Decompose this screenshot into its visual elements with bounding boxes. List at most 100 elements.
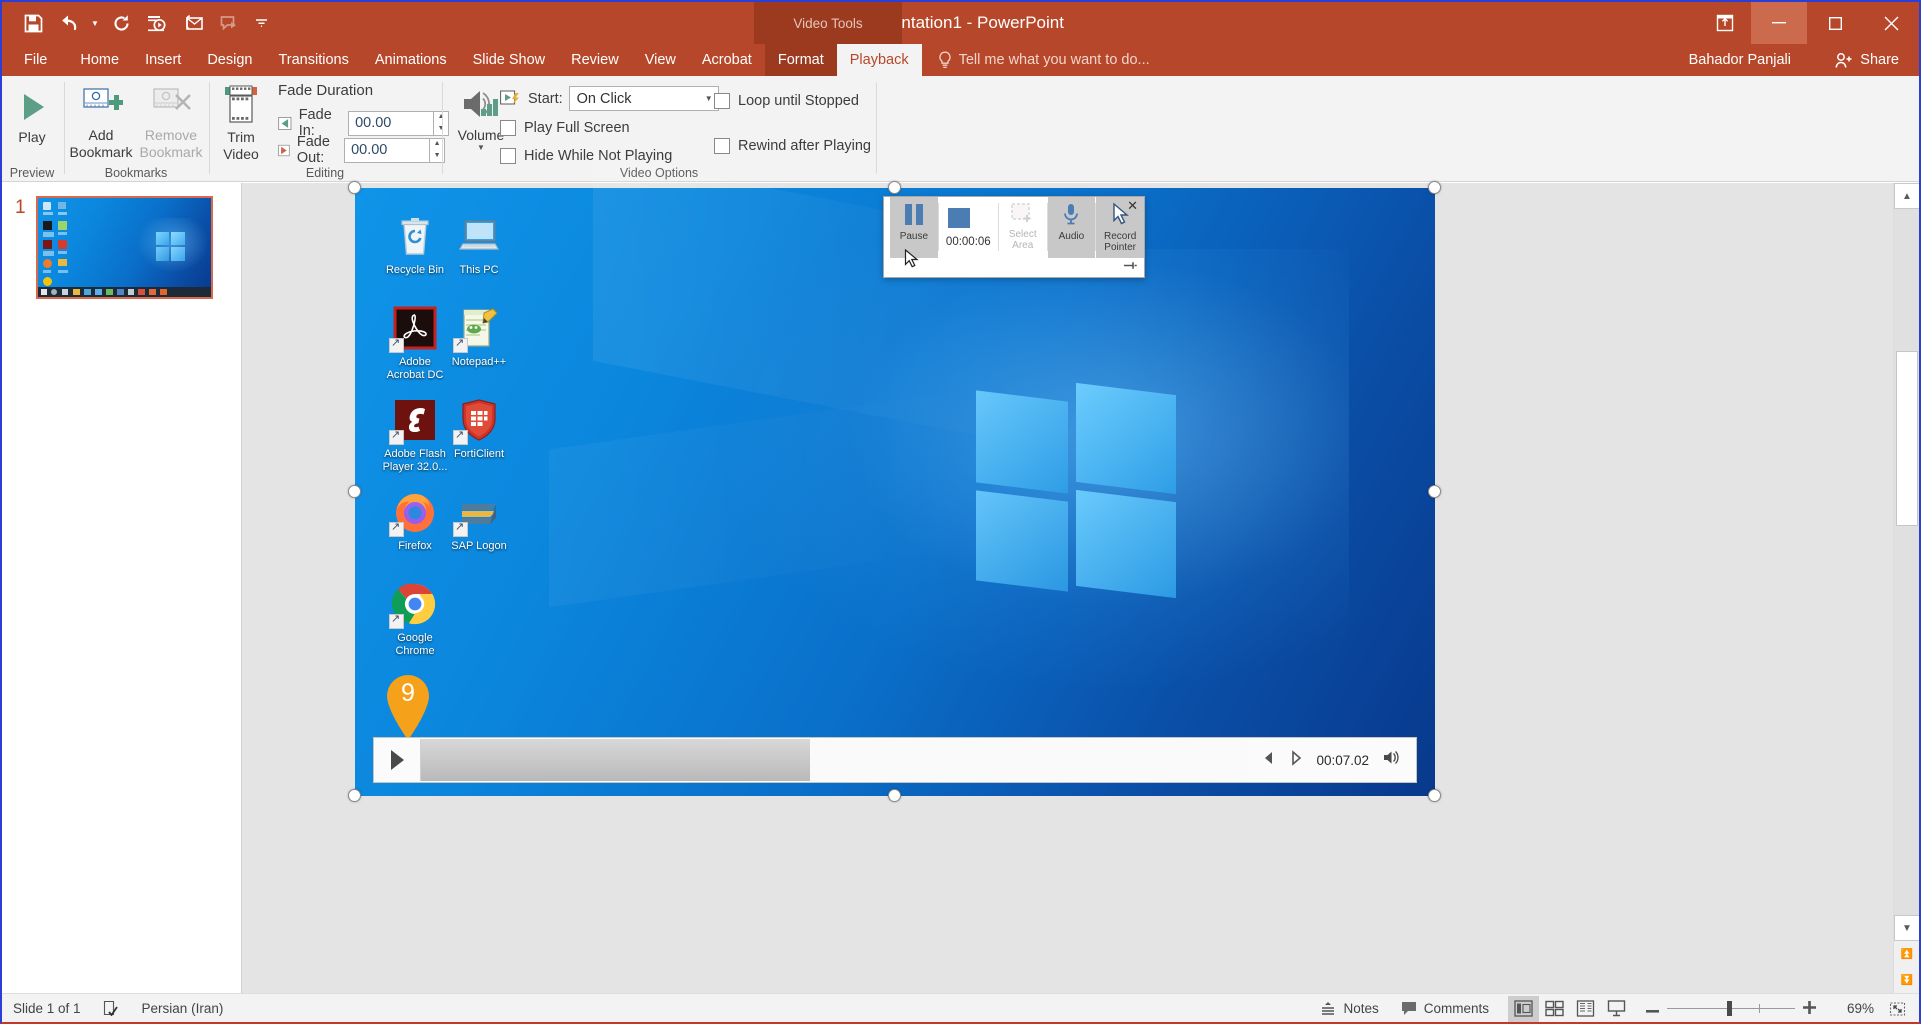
slide-thumbnail-1[interactable] bbox=[36, 196, 213, 299]
desktop-icon-sap-logon[interactable]: SAP Logon bbox=[433, 488, 525, 553]
fade-in-value[interactable]: 00.00 bbox=[348, 110, 435, 136]
pin-marker[interactable]: 9 bbox=[381, 669, 435, 741]
fade-out-value[interactable]: 00.00 bbox=[344, 137, 431, 163]
tab-acrobat[interactable]: Acrobat bbox=[689, 44, 765, 76]
play-full-screen-box[interactable] bbox=[500, 120, 516, 136]
tab-format[interactable]: Format bbox=[765, 44, 837, 76]
slide-indicator-label: Slide 1 of 1 bbox=[13, 1000, 81, 1016]
hide-while-not-playing-box[interactable] bbox=[500, 148, 516, 164]
tab-transitions[interactable]: Transitions bbox=[265, 44, 361, 76]
zoom-in-icon[interactable] bbox=[1795, 1000, 1824, 1017]
view-slide-show-button[interactable] bbox=[1601, 996, 1632, 1022]
loop-until-stopped-box[interactable] bbox=[714, 93, 730, 109]
video-object[interactable]: Recycle Bin This PC AdobeAcrobat DC bbox=[355, 153, 1435, 796]
fit-to-window-button[interactable] bbox=[1882, 996, 1913, 1022]
rewind-after-playing-box[interactable] bbox=[714, 138, 730, 154]
spell-check-status[interactable] bbox=[92, 994, 131, 1023]
selection-handle-middle-left[interactable] bbox=[348, 485, 361, 498]
restore-icon[interactable] bbox=[1807, 2, 1863, 44]
zoom-level[interactable]: 69% bbox=[1830, 1001, 1874, 1016]
scrollbar-track[interactable] bbox=[1894, 209, 1919, 915]
comments-label: Comments bbox=[1423, 1001, 1489, 1016]
fade-out-spinner[interactable]: 00.00 ▲ ▼ bbox=[344, 137, 446, 163]
add-bookmark-label-1: Add bbox=[88, 127, 114, 143]
desktop-icon-label-1: Google bbox=[397, 632, 433, 644]
language-status[interactable]: Persian (Iran) bbox=[131, 994, 235, 1023]
chevron-down-icon: ▼ bbox=[704, 94, 713, 103]
tab-view[interactable]: View bbox=[632, 44, 689, 76]
comments-button[interactable]: Comments bbox=[1390, 994, 1500, 1022]
lightbulb-icon bbox=[939, 51, 951, 69]
play-full-screen-checkbox[interactable]: Play Full Screen bbox=[500, 115, 630, 141]
previous-slide-icon[interactable]: ⏫ bbox=[1894, 941, 1919, 967]
spell-check-icon bbox=[103, 1000, 118, 1016]
powerpoint-window: ▼ Presentation1 - PowerPoint Video Tools bbox=[0, 0, 1921, 1024]
rewind-after-playing-checkbox[interactable]: Rewind after Playing bbox=[714, 133, 871, 159]
selection-handle-top-left[interactable] bbox=[348, 181, 361, 194]
close-icon[interactable] bbox=[1863, 2, 1919, 44]
tab-design[interactable]: Design bbox=[194, 44, 265, 76]
zoom-slider-knob[interactable] bbox=[1727, 1001, 1732, 1016]
start-dropdown[interactable]: On Click ▼ bbox=[568, 86, 719, 111]
play-button[interactable]: Play bbox=[2, 76, 62, 146]
media-step-forward-icon[interactable] bbox=[1289, 749, 1303, 771]
recording-select-area-button[interactable]: Select Area bbox=[999, 197, 1047, 258]
tab-home[interactable]: Home bbox=[67, 44, 132, 76]
zoom-slider-track[interactable] bbox=[1667, 1001, 1795, 1016]
zoom-slider[interactable] bbox=[1638, 1000, 1824, 1017]
media-progress-track[interactable] bbox=[420, 739, 1249, 781]
desktop-icon-notepad-plus-plus[interactable]: Notepad++ bbox=[433, 304, 525, 369]
contextual-tab-zone: Format Playback bbox=[764, 44, 922, 76]
tab-review[interactable]: Review bbox=[558, 44, 632, 76]
scroll-down-icon[interactable]: ▼ bbox=[1894, 915, 1919, 941]
view-slide-sorter-button[interactable] bbox=[1539, 996, 1570, 1022]
media-play-button[interactable] bbox=[374, 738, 420, 782]
play-icon bbox=[391, 750, 404, 770]
shortcut-overlay-icon bbox=[453, 520, 468, 537]
scrollbar-thumb[interactable] bbox=[1896, 351, 1918, 526]
media-right-controls: 00:07.02 bbox=[1248, 749, 1416, 771]
shortcut-overlay-icon bbox=[389, 336, 404, 353]
selection-handle-top-center[interactable] bbox=[888, 181, 901, 194]
desktop-icon-forticlient[interactable]: FortiClient bbox=[433, 396, 525, 461]
view-normal-button[interactable] bbox=[1508, 995, 1539, 1022]
view-reading-button[interactable] bbox=[1570, 996, 1601, 1022]
recording-audio-button[interactable]: Audio bbox=[1047, 197, 1096, 258]
recording-close-icon[interactable]: ✕ bbox=[1127, 199, 1138, 212]
loop-until-stopped-checkbox[interactable]: Loop until Stopped bbox=[714, 88, 859, 114]
language-label: Persian (Iran) bbox=[141, 1000, 224, 1016]
tab-animations[interactable]: Animations bbox=[362, 44, 460, 76]
selection-handle-bottom-right[interactable] bbox=[1428, 789, 1441, 802]
window-title: Presentation1 - PowerPoint bbox=[857, 13, 1064, 32]
add-bookmark-button[interactable]: Add Bookmark bbox=[66, 84, 136, 161]
scroll-up-icon[interactable]: ▲ bbox=[1894, 183, 1919, 209]
selection-handle-bottom-left[interactable] bbox=[348, 789, 361, 802]
selection-handle-middle-right[interactable] bbox=[1428, 485, 1441, 498]
share-button[interactable]: Share bbox=[1825, 44, 1909, 76]
start-row: Start: On Click ▼ bbox=[500, 86, 719, 111]
volume-dropdown-icon[interactable]: ▼ bbox=[477, 143, 485, 152]
minimize-icon[interactable] bbox=[1751, 2, 1807, 44]
tab-insert[interactable]: Insert bbox=[132, 44, 194, 76]
desktop-icon-this-pc[interactable]: This PC bbox=[433, 212, 525, 277]
selection-handle-bottom-center[interactable] bbox=[888, 789, 901, 802]
selection-handle-top-right[interactable] bbox=[1428, 181, 1441, 194]
next-slide-icon[interactable]: ⏬ bbox=[1894, 967, 1919, 993]
desktop-icon-google-chrome[interactable]: GoogleChrome bbox=[369, 580, 461, 657]
ribbon-display-options-icon[interactable] bbox=[1699, 2, 1751, 44]
zoom-out-icon[interactable] bbox=[1638, 1001, 1667, 1016]
slide-indicator[interactable]: Slide 1 of 1 bbox=[2, 994, 92, 1023]
account-name[interactable]: Bahador Panjali bbox=[1689, 44, 1791, 76]
notes-button[interactable]: Notes bbox=[1309, 994, 1389, 1022]
tab-playback[interactable]: Playback bbox=[836, 44, 922, 76]
media-step-back-icon[interactable] bbox=[1262, 750, 1276, 771]
media-volume-icon[interactable] bbox=[1382, 749, 1402, 771]
trim-video-button[interactable]: Trim Video bbox=[210, 84, 272, 163]
recording-pin-icon[interactable] bbox=[1123, 261, 1137, 273]
fade-in-spinner[interactable]: 00.00 ▲▼ bbox=[348, 110, 450, 136]
tab-slide-show[interactable]: Slide Show bbox=[460, 44, 559, 76]
tab-file[interactable]: File bbox=[2, 44, 67, 76]
tell-me-box[interactable]: Tell me what you want to do... bbox=[922, 51, 1150, 69]
vertical-scrollbar[interactable]: ▲ ▼ ⏫ ⏬ bbox=[1893, 183, 1919, 993]
slide-surface: Recycle Bin This PC AdobeAcrobat DC bbox=[348, 153, 1441, 802]
